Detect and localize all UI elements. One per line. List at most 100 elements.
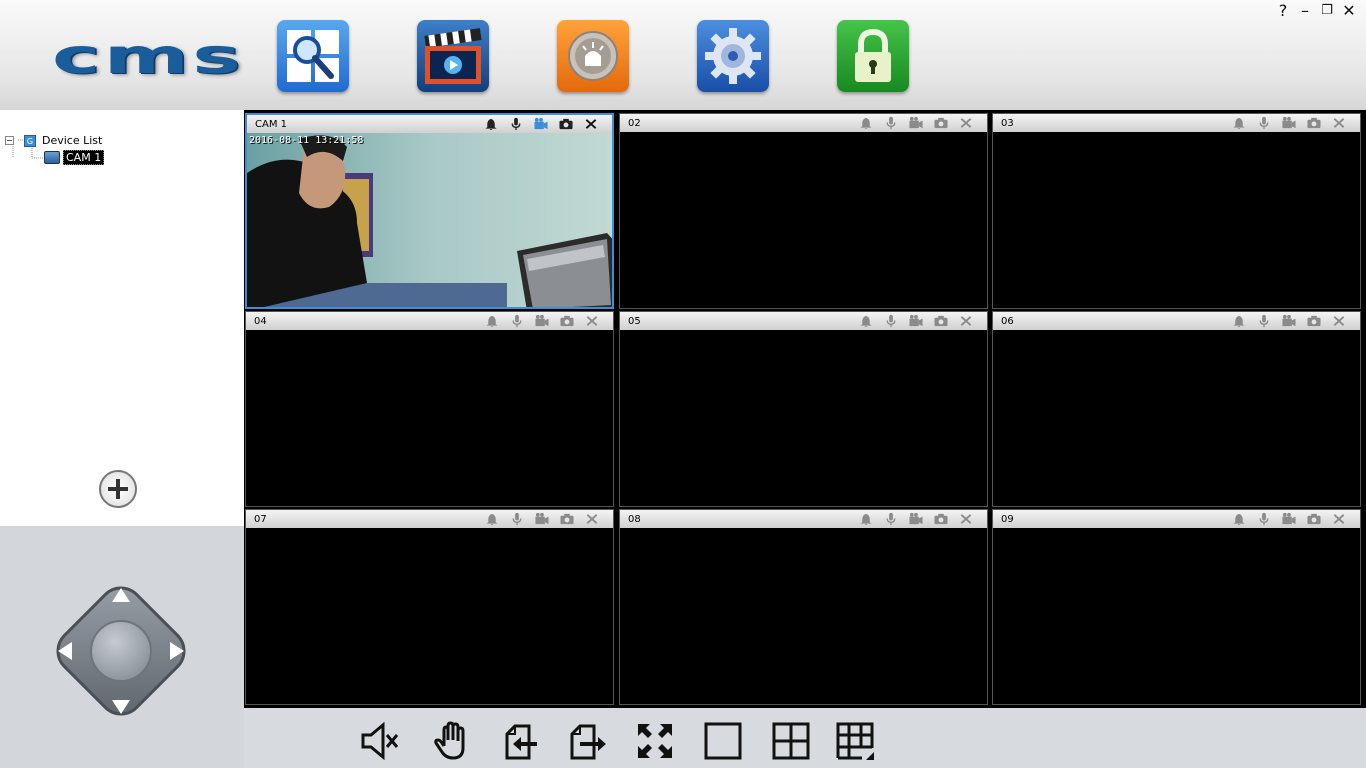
camera-cell[interactable]: 05 <box>619 311 988 507</box>
snapshot-camera-icon[interactable] <box>932 512 950 526</box>
camera-cell[interactable]: 04 <box>245 311 614 507</box>
camera-cell[interactable]: CAM 1 2016-08-11 13:21:58 <box>245 113 614 309</box>
microphone-icon[interactable] <box>1255 116 1273 130</box>
video-clip-icon[interactable] <box>417 20 489 92</box>
empty-video-area[interactable] <box>993 330 1360 506</box>
hand-icon[interactable] <box>432 720 474 762</box>
live-video-feed[interactable]: 2016-08-11 13:21:58 <box>247 133 612 307</box>
search-playback-icon[interactable] <box>277 20 349 92</box>
snapshot-camera-icon[interactable] <box>932 116 950 130</box>
add-device-button[interactable] <box>99 470 137 508</box>
camera-cell-icons <box>483 512 601 526</box>
record-video-icon[interactable] <box>1280 512 1298 526</box>
alarm-bell-icon[interactable] <box>1230 512 1248 526</box>
device-list-label: Device List <box>42 134 103 147</box>
close-stream-icon[interactable] <box>583 512 601 526</box>
camera-cell[interactable]: 07 <box>245 509 614 705</box>
camera-cell-icons <box>1230 116 1348 130</box>
close-stream-icon[interactable] <box>582 117 600 131</box>
plus-icon <box>108 479 128 499</box>
nine-view-icon[interactable] <box>834 720 876 762</box>
record-video-icon[interactable] <box>533 314 551 328</box>
camera-cell-title: 02 <box>628 117 641 129</box>
single-view-icon[interactable] <box>702 720 744 762</box>
close-button[interactable]: ✕ <box>1340 2 1358 20</box>
settings-gear-icon[interactable] <box>697 20 769 92</box>
alarm-icon[interactable] <box>557 20 629 92</box>
microphone-icon[interactable] <box>882 116 900 130</box>
alarm-bell-icon[interactable] <box>1230 314 1248 328</box>
alarm-bell-icon[interactable] <box>483 512 501 526</box>
record-video-icon[interactable] <box>1280 116 1298 130</box>
snapshot-camera-icon[interactable] <box>558 512 576 526</box>
empty-video-area[interactable] <box>993 132 1360 308</box>
close-stream-icon[interactable] <box>1330 512 1348 526</box>
camera-cell-title: 08 <box>628 513 641 525</box>
snapshot-camera-icon[interactable] <box>1305 512 1323 526</box>
camera-cell[interactable]: 09 <box>992 509 1361 705</box>
camera-cell-title: 03 <box>1001 117 1014 129</box>
camera-cell-icons <box>482 117 600 131</box>
next-page-icon[interactable] <box>566 720 608 762</box>
tree-root[interactable]: − G Device List <box>5 134 102 147</box>
alarm-bell-icon[interactable] <box>857 116 875 130</box>
camera-cell[interactable]: 03 <box>992 113 1361 309</box>
snapshot-camera-icon[interactable] <box>1305 116 1323 130</box>
fullscreen-icon[interactable] <box>634 720 676 762</box>
previous-page-icon[interactable] <box>499 720 541 762</box>
empty-video-area[interactable] <box>620 132 987 308</box>
minimize-button[interactable]: – <box>1296 2 1314 20</box>
close-stream-icon[interactable] <box>957 314 975 328</box>
help-button[interactable]: ? <box>1274 2 1292 20</box>
camera-cell-header: 08 <box>620 510 987 528</box>
close-stream-icon[interactable] <box>583 314 601 328</box>
camera-feed-image <box>247 133 612 307</box>
camera-cell-icons <box>857 314 975 328</box>
microphone-icon[interactable] <box>882 314 900 328</box>
record-video-icon[interactable] <box>907 512 925 526</box>
camera-grid: CAM 1 2016-08-11 13:21:58 02 03 04 05 06 07 08 09 <box>244 110 1366 708</box>
microphone-icon[interactable] <box>508 314 526 328</box>
snapshot-camera-icon[interactable] <box>558 314 576 328</box>
alarm-bell-icon[interactable] <box>857 314 875 328</box>
camera-cell-header: 07 <box>246 510 613 528</box>
camera-cell[interactable]: 08 <box>619 509 988 705</box>
alarm-bell-icon[interactable] <box>483 314 501 328</box>
microphone-icon[interactable] <box>1255 314 1273 328</box>
alarm-bell-icon[interactable] <box>482 117 500 131</box>
collapse-toggle[interactable]: − <box>5 136 14 145</box>
camera-cell-header: 09 <box>993 510 1360 528</box>
empty-video-area[interactable] <box>993 528 1360 704</box>
microphone-icon[interactable] <box>508 512 526 526</box>
camera-cell-header: CAM 1 <box>247 115 612 133</box>
snapshot-camera-icon[interactable] <box>932 314 950 328</box>
empty-video-area[interactable] <box>620 528 987 704</box>
snapshot-camera-icon[interactable] <box>557 117 575 131</box>
empty-video-area[interactable] <box>620 330 987 506</box>
quad-view-icon[interactable] <box>770 720 812 762</box>
mute-icon[interactable] <box>359 720 401 762</box>
close-stream-icon[interactable] <box>1330 116 1348 130</box>
snapshot-camera-icon[interactable] <box>1305 314 1323 328</box>
empty-video-area[interactable] <box>246 528 613 704</box>
empty-video-area[interactable] <box>246 330 613 506</box>
record-video-icon[interactable] <box>907 314 925 328</box>
close-stream-icon[interactable] <box>957 512 975 526</box>
tree-item-cam1[interactable]: CAM 1 <box>44 150 105 165</box>
restore-button[interactable]: ❐ <box>1318 2 1336 20</box>
record-video-icon[interactable] <box>907 116 925 130</box>
microphone-icon[interactable] <box>507 117 525 131</box>
microphone-icon[interactable] <box>882 512 900 526</box>
camera-cell[interactable]: 02 <box>619 113 988 309</box>
alarm-bell-icon[interactable] <box>1230 116 1248 130</box>
close-stream-icon[interactable] <box>1330 314 1348 328</box>
close-stream-icon[interactable] <box>957 116 975 130</box>
lock-icon[interactable] <box>837 20 909 92</box>
record-video-icon[interactable] <box>533 512 551 526</box>
record-video-icon[interactable] <box>1280 314 1298 328</box>
record-video-icon[interactable] <box>532 117 550 131</box>
alarm-bell-icon[interactable] <box>857 512 875 526</box>
microphone-icon[interactable] <box>1255 512 1273 526</box>
ptz-control-pad[interactable] <box>40 572 202 732</box>
camera-cell[interactable]: 06 <box>992 311 1361 507</box>
